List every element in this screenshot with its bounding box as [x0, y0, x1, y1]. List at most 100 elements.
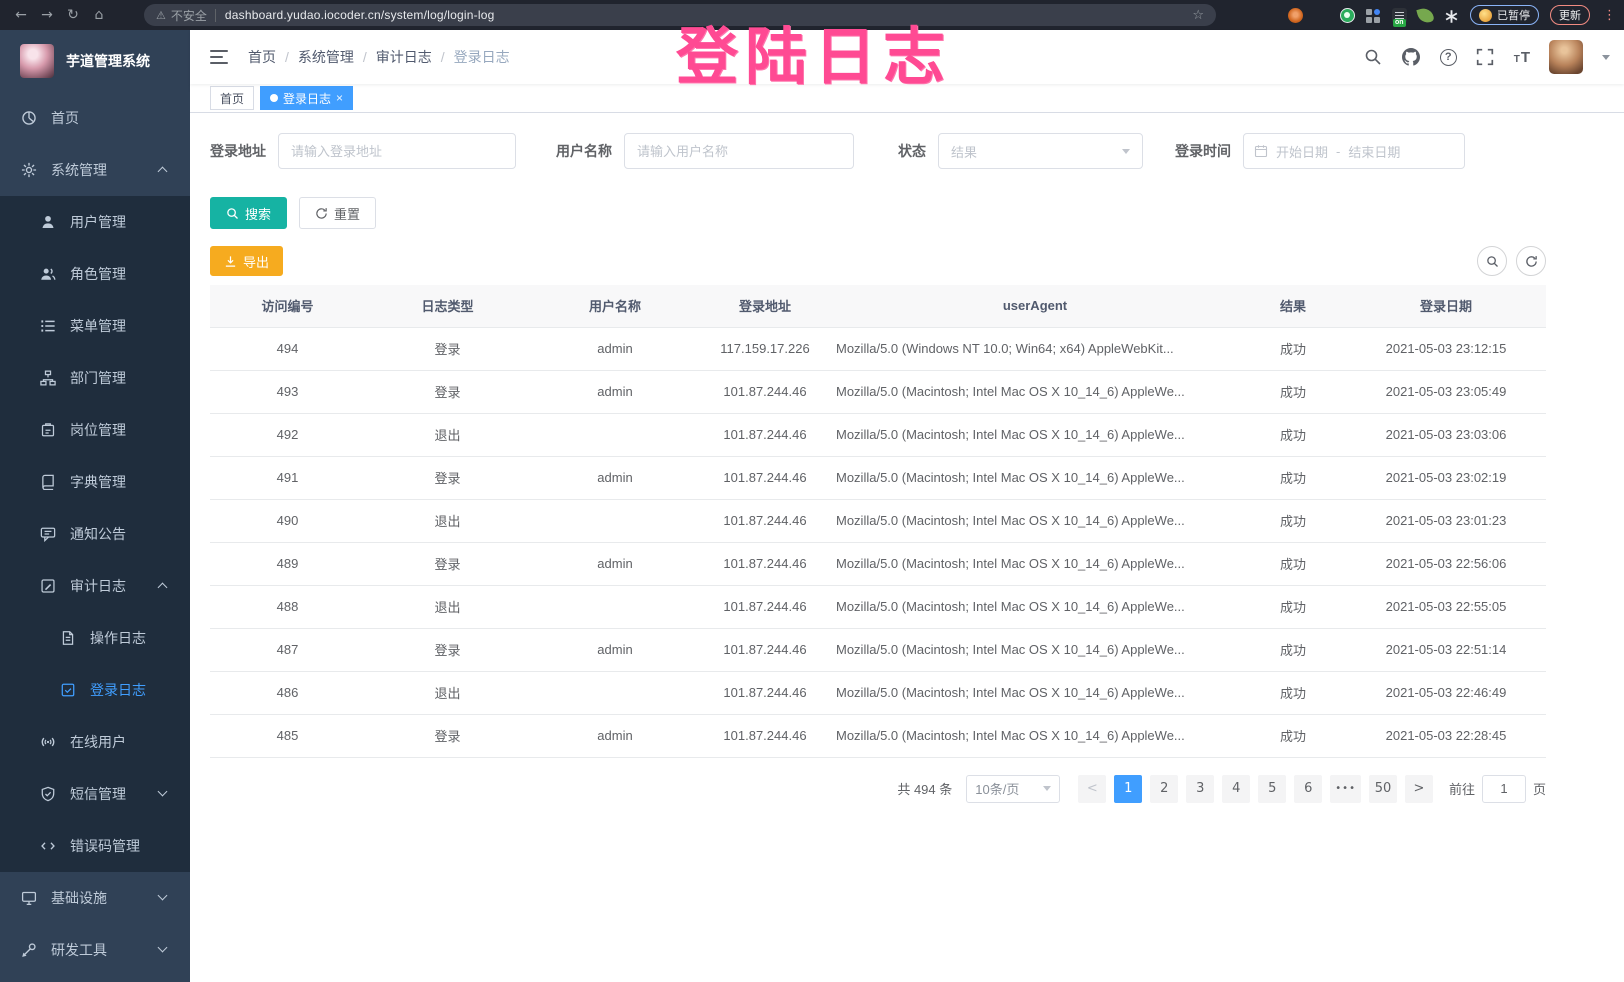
- table-row: 487登录admin101.87.244.46Mozilla/5.0 (Maci…: [210, 628, 1546, 671]
- table-cell: 登录: [365, 456, 530, 499]
- sidebar-item-dev-tools[interactable]: 研发工具: [0, 924, 190, 976]
- more-pages-button[interactable]: •••: [1330, 775, 1361, 803]
- page-button-50[interactable]: 50: [1369, 775, 1397, 803]
- help-icon[interactable]: ?: [1440, 49, 1457, 66]
- github-icon[interactable]: [1402, 48, 1421, 67]
- sidebar-item-home[interactable]: 首页: [0, 92, 190, 144]
- username-input[interactable]: [624, 133, 854, 169]
- sidebar-item-login-log[interactable]: 登录日志: [0, 664, 190, 716]
- search-button[interactable]: 搜索: [210, 197, 287, 229]
- audit-log-icon: [40, 578, 56, 594]
- table-cell: 494: [210, 327, 365, 370]
- table-cell: 493: [210, 370, 365, 413]
- page-button-4[interactable]: 4: [1222, 775, 1250, 803]
- dev-tools-icon: [21, 942, 37, 958]
- sidebar-item-error-code-management[interactable]: 错误码管理: [0, 820, 190, 872]
- tab-login-log[interactable]: 登录日志×: [260, 86, 353, 110]
- table-row: 491登录admin101.87.244.46Mozilla/5.0 (Maci…: [210, 456, 1546, 499]
- address-bar[interactable]: ⚠ 不安全 dashboard.yudao.iocoder.cn/system/…: [144, 4, 1216, 26]
- sidebar-item-label: 错误码管理: [70, 836, 140, 856]
- browser-home-icon[interactable]: ⌂: [86, 7, 112, 23]
- prev-page-button[interactable]: <: [1078, 775, 1106, 803]
- sidebar-item-sms-management[interactable]: 短信管理: [0, 768, 190, 820]
- table-cell: 成功: [1240, 456, 1346, 499]
- puzzle-extension-icon[interactable]: [1444, 8, 1459, 23]
- reset-button[interactable]: 重置: [299, 197, 376, 229]
- sidebar-item-role-management[interactable]: 角色管理: [0, 248, 190, 300]
- fullscreen-icon[interactable]: [1476, 48, 1495, 67]
- browser-reload-icon[interactable]: ↻: [60, 7, 86, 23]
- page-button-1[interactable]: 1: [1114, 775, 1142, 803]
- grid-extension-icon[interactable]: [1366, 8, 1381, 23]
- list-extension-icon[interactable]: on: [1392, 8, 1407, 23]
- close-icon[interactable]: ×: [336, 91, 343, 105]
- gem-extension-icon[interactable]: [1314, 8, 1329, 23]
- login-address-input[interactable]: [278, 133, 516, 169]
- sidebar-item-dictionary-management[interactable]: 字典管理: [0, 456, 190, 508]
- tab-home[interactable]: 首页: [210, 86, 254, 110]
- table-cell: 2021-05-03 22:46:49: [1346, 671, 1546, 714]
- badge-icon: [40, 422, 56, 438]
- breadcrumb-item[interactable]: 审计日志: [376, 47, 432, 67]
- browser-back-icon[interactable]: ←: [8, 7, 34, 23]
- table-row: 488退出101.87.244.46Mozilla/5.0 (Macintosh…: [210, 585, 1546, 628]
- table-cell: 101.87.244.46: [700, 456, 830, 499]
- page-button-2[interactable]: 2: [1150, 775, 1178, 803]
- extension-paused-badge[interactable]: 已暂停: [1470, 5, 1539, 25]
- page-button-6[interactable]: 6: [1294, 775, 1322, 803]
- sidebar-item-infrastructure[interactable]: 基础设施: [0, 872, 190, 924]
- breadcrumb: 首页/系统管理/审计日志/登录日志: [248, 47, 510, 67]
- sidebar-item-operation-log[interactable]: 操作日志: [0, 612, 190, 664]
- chevron-down-icon[interactable]: [1602, 55, 1610, 60]
- sidebar-item-user-management[interactable]: 用户管理: [0, 196, 190, 248]
- table-cell: 2021-05-03 23:01:23: [1346, 499, 1546, 542]
- refresh-table-button[interactable]: [1516, 246, 1546, 276]
- breadcrumb-separator: /: [441, 49, 445, 65]
- page-size-select[interactable]: 10条/页: [966, 775, 1060, 803]
- export-button[interactable]: 导出: [210, 246, 283, 276]
- app-logo-row[interactable]: 芋道管理系统: [0, 30, 190, 92]
- sidebar-item-system-management[interactable]: 系统管理: [0, 144, 190, 196]
- sidebar-menu: 首页系统管理用户管理角色管理菜单管理部门管理岗位管理字典管理通知公告审计日志操作…: [0, 92, 190, 976]
- page-button-5[interactable]: 5: [1258, 775, 1286, 803]
- table-cell: admin: [530, 327, 700, 370]
- update-button-label: 更新: [1559, 7, 1581, 23]
- table-cell: 退出: [365, 413, 530, 456]
- table-cell: 登录: [365, 370, 530, 413]
- page-button-3[interactable]: 3: [1186, 775, 1214, 803]
- sidebar-item-position-management[interactable]: 岗位管理: [0, 404, 190, 456]
- sidebar-item-audit-log[interactable]: 审计日志: [0, 560, 190, 612]
- breadcrumb-item[interactable]: 首页: [248, 47, 276, 67]
- browser-update-button[interactable]: 更新: [1550, 5, 1590, 25]
- table-cell: 2021-05-03 22:51:14: [1346, 628, 1546, 671]
- goto-page-input[interactable]: [1482, 775, 1526, 803]
- table-cell: Mozilla/5.0 (Macintosh; Intel Mac OS X 1…: [830, 628, 1240, 671]
- sidebar-item-label: 系统管理: [51, 160, 107, 180]
- browser-forward-icon[interactable]: →: [34, 7, 60, 23]
- table-cell: 2021-05-03 23:02:19: [1346, 456, 1546, 499]
- font-size-icon[interactable]: TT: [1514, 50, 1530, 65]
- sidebar-item-online-users[interactable]: 在线用户: [0, 716, 190, 768]
- sidebar-item-notice-announcement[interactable]: 通知公告: [0, 508, 190, 560]
- refresh-icon: [1525, 255, 1538, 268]
- sidebar-item-department-management[interactable]: 部门管理: [0, 352, 190, 404]
- sidebar-item-menu-management[interactable]: 菜单管理: [0, 300, 190, 352]
- user-avatar[interactable]: [1549, 40, 1583, 74]
- export-button-label: 导出: [243, 252, 269, 271]
- chevron-down-icon: [1043, 786, 1051, 791]
- breadcrumb-separator: /: [363, 49, 367, 65]
- status-select[interactable]: 结果: [938, 133, 1143, 169]
- bookmark-star-icon[interactable]: ☆: [1192, 8, 1204, 23]
- login-time-range-picker[interactable]: 开始日期 - 结束日期: [1243, 133, 1465, 169]
- plant-extension-icon[interactable]: [1416, 6, 1434, 24]
- search-icon[interactable]: [1364, 48, 1383, 67]
- toggle-search-button[interactable]: [1477, 246, 1507, 276]
- green-extension-icon[interactable]: [1340, 8, 1355, 23]
- next-page-button[interactable]: >: [1405, 775, 1433, 803]
- announcement-icon: [40, 526, 56, 542]
- browser-menu-icon[interactable]: ⋮: [1603, 8, 1616, 23]
- orange-extension-icon[interactable]: [1288, 8, 1303, 23]
- sidebar-toggle-icon[interactable]: [210, 50, 228, 64]
- table-row: 486退出101.87.244.46Mozilla/5.0 (Macintosh…: [210, 671, 1546, 714]
- breadcrumb-item[interactable]: 系统管理: [298, 47, 354, 67]
